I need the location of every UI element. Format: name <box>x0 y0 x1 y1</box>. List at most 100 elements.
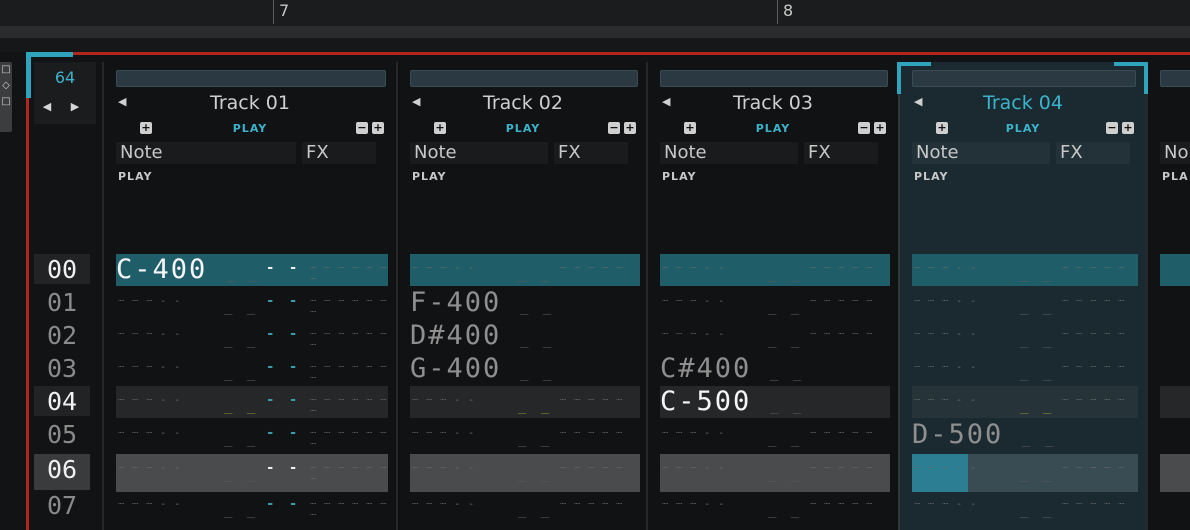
pattern-row[interactable]: ┈ ┈ ┈ - - _ _ ┈ ┈ ┈ ┈ ┈ <box>912 353 1138 385</box>
pattern-row[interactable]: C-500 _ _ <box>660 386 890 418</box>
row-number-01: 01 <box>46 288 78 317</box>
pattern-row[interactable]: ┈ ┈ ┈ - - _ _ - - ┈ ┈ ┈ ┈ ┈ ┈ ┈ <box>116 419 388 451</box>
timeline-ruler[interactable]: 7 8 <box>0 0 1190 26</box>
pattern-row[interactable] <box>1160 353 1190 385</box>
note-column-header[interactable]: Note <box>410 142 548 164</box>
track-column-2[interactable]: ◀ Track 02 + PLAY − + Note FX PLAY ┈ ┈ ┈ - - _ _ ┈ … <box>396 62 650 530</box>
fx-column-header[interactable]: FX <box>302 142 376 164</box>
pattern-row[interactable]: ┈ ┈ ┈ - - _ _ ┈ ┈ ┈ ┈ ┈ <box>660 254 890 286</box>
row-number-04: 04 <box>34 386 90 416</box>
pattern-row[interactable] <box>1160 386 1190 418</box>
square-icon[interactable]: □ <box>0 62 12 78</box>
track-color-bar[interactable] <box>410 70 638 87</box>
pattern-row[interactable]: G-400 _ _ <box>410 353 640 385</box>
add-column-right-icon[interactable]: + <box>624 122 636 134</box>
note-column-mode: PLAY <box>914 170 949 183</box>
pattern-row[interactable]: ┈ ┈ ┈ - - _ _ ┈ ┈ ┈ ┈ ┈ <box>912 254 1138 286</box>
pattern-row[interactable]: ┈ ┈ ┈ - - _ _ ┈ ┈ ┈ ┈ ┈ <box>660 454 890 492</box>
pattern-row[interactable]: ┈ ┈ ┈ - - _ _ ┈ ┈ ┈ ┈ ┈ <box>410 454 640 492</box>
pattern-row[interactable]: ┈ ┈ ┈ - - _ _ - - ┈ ┈ ┈ ┈ ┈ ┈ ┈ <box>116 287 388 319</box>
pattern-row[interactable] <box>1160 419 1190 451</box>
track-color-bar[interactable] <box>116 70 386 87</box>
left-side-controls[interactable]: □ ◇ □ <box>0 62 12 132</box>
note-column-header[interactable]: Note <box>116 142 296 164</box>
remove-column-icon[interactable]: − <box>858 122 870 134</box>
track-name[interactable]: Track 01 <box>104 92 396 114</box>
pattern-row[interactable]: ┈ ┈ ┈ - - _ _ - - ┈ ┈ ┈ ┈ ┈ ┈ ┈ <box>116 454 388 492</box>
pattern-length-box[interactable]: 64 ◀ ▶ <box>34 62 96 124</box>
pattern-row[interactable]: ┈ ┈ ┈ - - _ _ - - ┈ ┈ ┈ ┈ ┈ ┈ ┈ <box>116 353 388 385</box>
note-cell[interactable]: G-400 <box>410 353 501 385</box>
selected-track-corner-tr <box>1114 62 1148 66</box>
pattern-row[interactable]: ┈ ┈ ┈ - - _ _ - - ┈ ┈ ┈ ┈ ┈ ┈ ┈ <box>116 386 388 418</box>
track-name[interactable]: Track 04 <box>900 92 1146 114</box>
pattern-row[interactable] <box>1160 454 1190 492</box>
pattern-row[interactable]: ┈ ┈ ┈ - - _ _ - - ┈ ┈ ┈ ┈ ┈ ┈ ┈ <box>116 320 388 352</box>
remove-column-icon[interactable]: − <box>1106 122 1118 134</box>
pattern-row[interactable]: ┈ ┈ ┈ - - _ _ ┈ ┈ ┈ ┈ ┈ <box>660 490 890 522</box>
timeline-marker-7: 7 <box>273 0 289 24</box>
fx-column-header[interactable]: FX <box>554 142 628 164</box>
track-column-1[interactable]: ◀ Track 01 + PLAY − + Note FX PLAY C-400 _ _ - - ┈ ┈… <box>102 62 398 530</box>
row-number-07: 07 <box>46 491 78 520</box>
pattern-row[interactable]: ┈ ┈ ┈ - - _ _ ┈ ┈ ┈ ┈ ┈ <box>660 320 890 352</box>
pattern-row[interactable]: ┈ ┈ ┈ - - _ _ ┈ ┈ ┈ ┈ ┈ <box>912 386 1138 418</box>
track-column-4[interactable]: ◀ Track 04 + PLAY − + Note FX PLAY ┈ ┈ ┈ - - _ _ ┈ … <box>898 62 1148 530</box>
loop-marker-left-edge <box>26 55 29 530</box>
note-cell[interactable]: D-500 <box>912 419 1003 451</box>
add-column-right-icon[interactable]: + <box>1122 122 1134 134</box>
row-number-03: 03 <box>46 354 78 383</box>
pattern-row[interactable]: ┈ ┈ ┈ - - _ _ ┈ ┈ ┈ ┈ ┈ <box>660 419 890 451</box>
track-color-bar[interactable] <box>1160 70 1190 87</box>
selection-corner-left <box>26 52 31 98</box>
timeline-marker-8: 8 <box>777 0 793 24</box>
selected-track-corner-tr-v <box>1144 62 1148 94</box>
note-column-mode: PLAY <box>662 170 697 183</box>
remove-column-icon[interactable]: − <box>356 122 368 134</box>
note-cell[interactable]: C-500 <box>660 386 751 418</box>
pattern-nav-arrows-icon[interactable]: ◀ ▶ <box>34 100 96 113</box>
track-column-5[interactable]: No PLA <box>1146 62 1190 530</box>
pattern-row[interactable]: D-500 _ _ <box>912 419 1138 451</box>
fx-column-header[interactable]: FX <box>1056 142 1130 164</box>
track-color-bar[interactable] <box>660 70 888 87</box>
pattern-row[interactable]: ┈ ┈ ┈ - - _ _ ┈ ┈ ┈ ┈ ┈ <box>912 320 1138 352</box>
fx-column-header[interactable]: FX <box>804 142 878 164</box>
note-cell[interactable]: C#400 <box>660 353 751 385</box>
note-cell[interactable]: F-400 <box>410 287 501 319</box>
note-cell[interactable]: C-400 <box>116 254 207 286</box>
pattern-row[interactable]: D#400 _ _ <box>410 320 640 352</box>
pattern-row[interactable]: ┈ ┈ ┈ - - _ _ ┈ ┈ ┈ ┈ ┈ <box>912 490 1138 522</box>
pattern-row[interactable]: ┈ ┈ ┈ - - _ _ - - ┈ ┈ ┈ ┈ ┈ ┈ ┈ <box>116 490 388 522</box>
add-column-right-icon[interactable]: + <box>874 122 886 134</box>
square-icon-2[interactable]: □ <box>0 94 12 110</box>
row-number-00: 00 <box>34 254 90 284</box>
pattern-row[interactable] <box>1160 287 1190 319</box>
pattern-row[interactable]: C-400 _ _ - - ┈ ┈ ┈ ┈ ┈ ┈ ┈ <box>116 254 388 286</box>
pattern-row[interactable]: ┈ ┈ ┈ - - _ _ ┈ ┈ ┈ ┈ ┈ <box>912 454 1138 492</box>
pattern-row[interactable]: ┈ ┈ ┈ - - _ _ ┈ ┈ ┈ ┈ ┈ <box>410 419 640 451</box>
pattern-row[interactable]: ┈ ┈ ┈ - - _ _ ┈ ┈ ┈ ┈ ┈ <box>410 386 640 418</box>
note-cell[interactable]: D#400 <box>410 320 501 352</box>
note-column-header[interactable]: Note <box>912 142 1050 164</box>
pattern-row[interactable]: ┈ ┈ ┈ - - _ _ ┈ ┈ ┈ ┈ ┈ <box>410 490 640 522</box>
pattern-row[interactable]: ┈ ┈ ┈ - - _ _ ┈ ┈ ┈ ┈ ┈ <box>660 287 890 319</box>
pattern-row[interactable]: C#400 _ _ <box>660 353 890 385</box>
note-column-header[interactable]: No <box>1160 142 1190 164</box>
note-column-mode: PLAY <box>118 170 153 183</box>
pattern-row[interactable] <box>1160 320 1190 352</box>
pattern-row[interactable] <box>1160 254 1190 286</box>
pattern-length-value[interactable]: 64 <box>34 68 96 87</box>
pattern-row[interactable]: F-400 _ _ <box>410 287 640 319</box>
diamond-icon[interactable]: ◇ <box>0 78 12 94</box>
track-name[interactable]: Track 03 <box>648 92 898 114</box>
pattern-row[interactable]: ┈ ┈ ┈ - - _ _ ┈ ┈ ┈ ┈ ┈ <box>410 254 640 286</box>
pattern-row[interactable]: ┈ ┈ ┈ - - _ _ ┈ ┈ ┈ ┈ ┈ <box>912 287 1138 319</box>
track-name[interactable]: Track 02 <box>398 92 648 114</box>
remove-column-icon[interactable]: − <box>608 122 620 134</box>
pattern-row[interactable] <box>1160 490 1190 522</box>
track-color-bar[interactable] <box>912 70 1136 87</box>
track-column-3[interactable]: ◀ Track 03 + PLAY − + Note FX PLAY ┈ ┈ ┈ - - _ _ ┈ … <box>646 62 900 530</box>
note-column-header[interactable]: Note <box>660 142 798 164</box>
add-column-right-icon[interactable]: + <box>372 122 384 134</box>
